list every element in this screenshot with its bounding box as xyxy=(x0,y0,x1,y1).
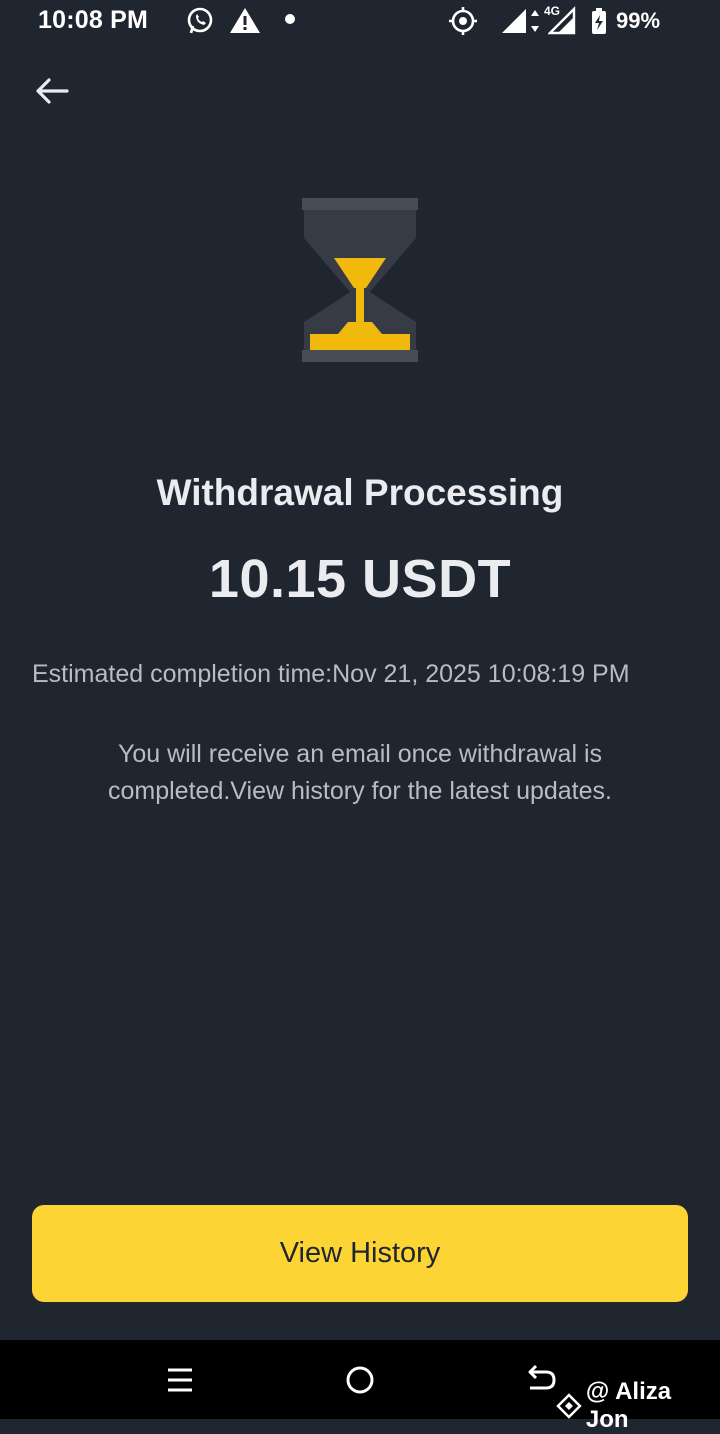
diamond-logo-icon xyxy=(556,1393,582,1419)
signal-icon xyxy=(502,9,526,33)
back-button[interactable] xyxy=(30,70,74,114)
whatsapp-icon xyxy=(187,7,213,34)
estimated-completion-time: Estimated completion time:Nov 21, 2025 1… xyxy=(32,660,630,688)
recent-apps-button[interactable] xyxy=(162,1362,198,1398)
watermark-text: @ Aliza Jon xyxy=(585,1378,672,1433)
status-bar: 10:08 PM 4G 99% xyxy=(0,0,720,44)
arrow-left-icon xyxy=(36,78,69,104)
back-icon xyxy=(528,1364,556,1390)
back-nav-button[interactable] xyxy=(522,1362,558,1398)
dot-icon xyxy=(285,14,295,24)
view-history-button[interactable]: View History xyxy=(32,1205,688,1302)
menu-icon xyxy=(168,1368,192,1392)
withdrawal-amount: 10.15 USDT xyxy=(208,549,512,609)
watermark: @ Aliza Jon xyxy=(556,1378,720,1434)
battery-icon xyxy=(592,8,606,34)
status-time: 10:08 PM xyxy=(38,6,148,34)
info-note: You will receive an email once withdrawa… xyxy=(108,740,612,805)
alert-icon xyxy=(230,8,260,33)
signal-icon xyxy=(548,6,576,35)
page-title: Withdrawal Processing xyxy=(156,472,564,513)
hourglass-icon xyxy=(302,198,418,362)
home-icon xyxy=(346,1366,374,1394)
battery-percentage: 99% xyxy=(616,8,661,33)
data-arrows-icon xyxy=(531,10,539,32)
location-target-icon xyxy=(449,7,477,35)
home-button[interactable] xyxy=(342,1362,378,1398)
